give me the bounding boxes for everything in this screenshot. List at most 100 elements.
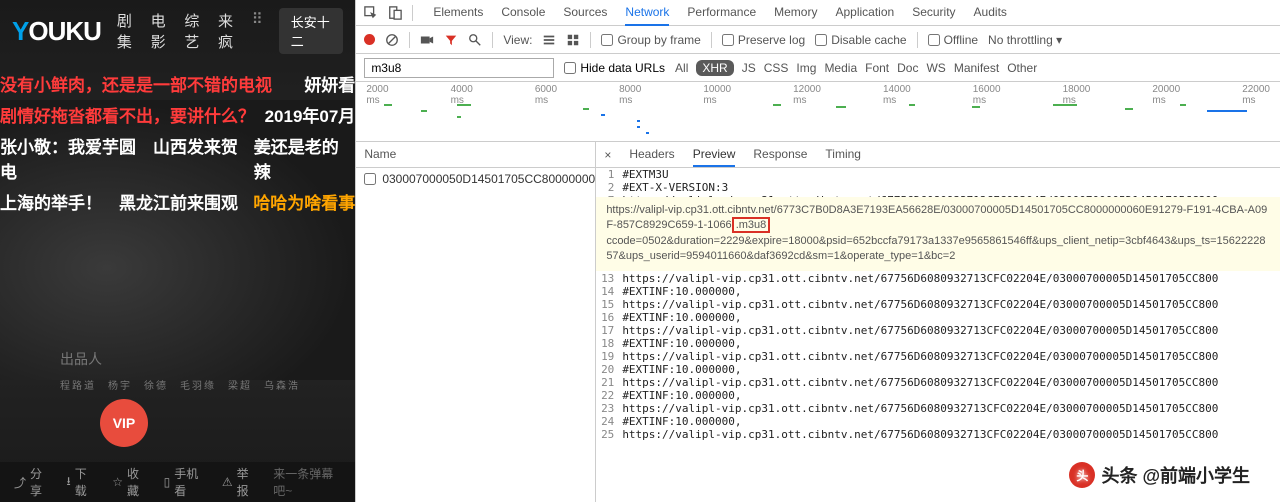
tab-performance[interactable]: Performance — [687, 0, 756, 26]
close-icon[interactable]: × — [604, 148, 611, 162]
view-label: View: — [503, 33, 532, 47]
favorite-button[interactable]: ☆收藏 — [112, 465, 145, 499]
share-button[interactable]: ⤴分享 — [14, 465, 48, 499]
danmu-overlay: 没有小鲜肉，还是是一部不错的电视妍妍看剧情好拖沓都看不出，要讲什么？2019年0… — [0, 62, 355, 223]
preview-tab-timing[interactable]: Timing — [825, 143, 861, 167]
preview-line: 24#EXTINF:10.000000, — [596, 415, 1280, 428]
preview-tab-preview[interactable]: Preview — [693, 143, 736, 167]
tab-console[interactable]: Console — [501, 0, 545, 26]
filter-manifest[interactable]: Manifest — [954, 61, 999, 75]
filter-types: All XHR JS CSS Img Media Font Doc WS Manifest Othe… — [675, 60, 1037, 76]
nav-variety[interactable]: 综艺 — [184, 10, 204, 52]
preview-tab-response[interactable]: Response — [753, 143, 807, 167]
tab-network[interactable]: Network — [625, 0, 669, 26]
danmu-line: 张小敬：我爱芋圆 山西发来贺电姜还是老的辣 — [0, 130, 355, 186]
star-icon: ☆ — [112, 475, 123, 489]
m3u8-highlight: .m3u8 — [732, 217, 771, 233]
separator — [409, 32, 410, 48]
danmu-line: 上海的举手！ 黑龙江前来围观哈哈为啥看事 — [0, 186, 355, 217]
tab-audits[interactable]: Audits — [974, 0, 1007, 26]
clear-icon[interactable] — [385, 33, 399, 47]
filter-font[interactable]: Font — [865, 61, 889, 75]
preserve-log-check[interactable]: Preserve log — [722, 33, 805, 47]
youku-video-panel: YOUKU 剧集 电影 综艺 来疯 ⠿ 长安十二 没有小鲜肉，还是是一部不错的电… — [0, 0, 355, 502]
record-icon[interactable] — [364, 34, 375, 45]
separator — [917, 32, 918, 48]
preview-line: 18#EXTINF:10.000000, — [596, 337, 1280, 350]
preview-line: 19https://valipl-vip.cp31.ott.cibntv.net… — [596, 350, 1280, 363]
filter-media[interactable]: Media — [824, 61, 857, 75]
filter-input[interactable] — [364, 58, 554, 78]
filter-xhr[interactable]: XHR — [696, 60, 733, 76]
device-icon[interactable] — [388, 6, 402, 20]
preview-line: 1#EXTM3U — [596, 168, 1280, 181]
tab-sources[interactable]: Sources — [563, 0, 607, 26]
inspect-icon[interactable] — [364, 6, 378, 20]
report-button[interactable]: ⚠举报 — [222, 465, 255, 499]
danmu-line: 没有小鲜肉，还是是一部不错的电视妍妍看 — [0, 68, 355, 99]
network-content: Name 030007000050D14501705CC8000000060E.… — [356, 142, 1280, 502]
filter-img[interactable]: Img — [796, 61, 816, 75]
devtools-topbar: Elements Console Sources Network Performance… — [356, 0, 1280, 26]
throttling-select[interactable]: No throttling ▾ — [988, 33, 1062, 47]
filter-doc[interactable]: Doc — [897, 61, 918, 75]
filter-css[interactable]: CSS — [764, 61, 789, 75]
filter-js[interactable]: JS — [742, 61, 756, 75]
watermark: 头 头条 @前端小学生 — [1069, 462, 1250, 488]
preview-line: 2#EXT-X-VERSION:3 — [596, 181, 1280, 194]
url-tooltip: https://valipl-vip.cp31.ott.cibntv.net/6… — [596, 197, 1280, 271]
preview-line: 17https://valipl-vip.cp31.ott.cibntv.net… — [596, 324, 1280, 337]
grid-view-icon[interactable] — [566, 33, 580, 47]
network-timeline[interactable]: 2000 ms4000 ms6000 ms8000 ms10000 ms1200… — [356, 82, 1280, 142]
preview-body: 1#EXTM3U2#EXT-X-VERSION:37https://valipl… — [596, 168, 1280, 502]
preview-line: 16#EXTINF:10.000000, — [596, 311, 1280, 324]
toutiao-icon: 头 — [1069, 462, 1095, 488]
credits-title: 出品人 — [60, 349, 300, 369]
camera-icon[interactable] — [420, 33, 434, 47]
tab-application[interactable]: Application — [835, 0, 894, 26]
vip-badge[interactable]: VIP — [100, 399, 148, 447]
youku-logo[interactable]: YOUKU — [12, 16, 101, 47]
offline-check[interactable]: Offline — [928, 33, 978, 47]
nav-more-icon[interactable]: ⠿ — [252, 10, 263, 52]
preview-tabs: × Headers Preview Response Timing — [596, 142, 1280, 168]
download-icon: ⭳ — [66, 472, 70, 493]
filter-all[interactable]: All — [675, 61, 688, 75]
disable-cache-check[interactable]: Disable cache — [815, 33, 906, 47]
preview-tab-headers[interactable]: Headers — [629, 143, 674, 167]
warning-icon: ⚠ — [222, 475, 233, 489]
nav-live[interactable]: 来疯 — [218, 10, 238, 52]
network-filter-bar: Hide data URLs All XHR JS CSS Img Media Font Do… — [356, 54, 1280, 82]
preview-line: 25https://valipl-vip.cp31.ott.cibntv.net… — [596, 428, 1280, 441]
download-button[interactable]: ⭳下载 — [66, 465, 94, 499]
nav-movie[interactable]: 电影 — [151, 10, 171, 52]
group-by-frame-check[interactable]: Group by frame — [601, 33, 700, 47]
preview-line: 23https://valipl-vip.cp31.ott.cibntv.net… — [596, 402, 1280, 415]
credits-names: 程路道 杨宇 徐德 毛羽缘 梁超 乌森浩 — [60, 377, 300, 392]
request-checkbox[interactable] — [364, 173, 376, 185]
video-credits: 出品人 程路道 杨宇 徐德 毛羽缘 梁超 乌森浩 — [60, 349, 300, 392]
tab-memory[interactable]: Memory — [774, 0, 817, 26]
search-icon[interactable] — [468, 33, 482, 47]
mobile-button[interactable]: ▯手机看 — [164, 465, 204, 499]
list-view-icon[interactable] — [542, 33, 556, 47]
filter-ws[interactable]: WS — [926, 61, 945, 75]
hide-data-urls-check[interactable]: Hide data URLs — [564, 61, 665, 75]
nav-drama[interactable]: 剧集 — [117, 10, 137, 52]
danmu-input[interactable]: 来一条弹幕吧~ — [273, 465, 341, 499]
filter-icon[interactable] — [444, 33, 458, 47]
filter-other[interactable]: Other — [1007, 61, 1037, 75]
request-row[interactable]: 030007000050D14501705CC8000000060E... — [356, 168, 595, 190]
tab-security[interactable]: Security — [912, 0, 955, 26]
name-column-header[interactable]: Name — [356, 142, 595, 168]
tab-elements[interactable]: Elements — [433, 0, 483, 26]
share-icon: ⤴ — [14, 474, 26, 491]
preview-line: 21https://valipl-vip.cp31.ott.cibntv.net… — [596, 376, 1280, 389]
separator — [590, 32, 591, 48]
preview-line: 20#EXTINF:10.000000, — [596, 363, 1280, 376]
request-list: Name 030007000050D14501705CC8000000060E.… — [356, 142, 596, 502]
preview-line: 22#EXTINF:10.000000, — [596, 389, 1280, 402]
preview-line: 14#EXTINF:10.000000, — [596, 285, 1280, 298]
nav-featured-button[interactable]: 长安十二 — [279, 8, 344, 54]
preview-line: 13https://valipl-vip.cp31.ott.cibntv.net… — [596, 272, 1280, 285]
